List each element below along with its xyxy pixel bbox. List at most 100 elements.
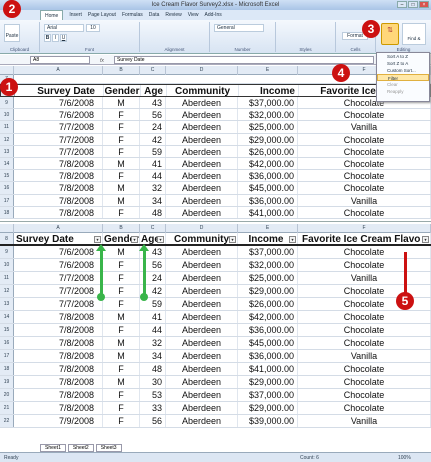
row-number[interactable]: 12 [0, 133, 14, 145]
cell-community[interactable]: Aberdeen [166, 363, 238, 375]
tab-home[interactable]: Home [40, 10, 64, 20]
cell-community[interactable]: Aberdeen [166, 145, 238, 157]
column-header-e[interactable]: E [238, 66, 298, 75]
tab-review[interactable]: Review [165, 10, 181, 20]
tab-add-ins[interactable]: Add-Ins [205, 10, 222, 20]
cell-survey-date[interactable]: 7/6/2008 [14, 259, 103, 271]
cell-income[interactable]: $36,000.00 [238, 350, 298, 362]
filter-dropdown-icon[interactable]: ▾ [131, 236, 138, 243]
maximize-icon[interactable]: □ [408, 1, 418, 8]
tab-data[interactable]: Data [149, 10, 160, 20]
cell-gender[interactable]: F [103, 145, 140, 157]
cell-age[interactable]: 56 [140, 109, 166, 121]
row-number[interactable]: 15 [0, 170, 14, 182]
cell-gender[interactable]: F [103, 109, 140, 121]
cell-income[interactable]: $42,000.00 [238, 311, 298, 323]
cell-income[interactable]: $25,000.00 [238, 121, 298, 133]
cell-community[interactable]: Aberdeen [166, 337, 238, 349]
minimize-icon[interactable]: – [397, 1, 407, 8]
filter-dropdown-icon[interactable]: ▾ [157, 236, 164, 243]
name-box[interactable]: A8 [30, 56, 90, 64]
tab-insert[interactable]: Insert [69, 10, 82, 20]
cell-community[interactable]: Aberdeen [166, 158, 238, 170]
cell-income[interactable]: $41,000.00 [238, 206, 298, 218]
cell-gender[interactable]: M [103, 337, 140, 349]
cell-favorite[interactable]: Chocolate [298, 109, 431, 121]
menu-item-filter[interactable]: Filter [377, 74, 429, 81]
cell-gender[interactable]: F [103, 206, 140, 218]
find-select-button[interactable]: Find & Select [402, 23, 426, 71]
cell-favorite[interactable]: Chocolate [298, 170, 431, 182]
cell-community[interactable]: Aberdeen [166, 324, 238, 336]
cell-age[interactable]: 34 [140, 194, 166, 206]
font-size-select[interactable]: 10 [86, 24, 100, 32]
cell-community[interactable]: Aberdeen [166, 133, 238, 145]
row-number[interactable]: 14 [0, 311, 14, 323]
cell-community[interactable]: Aberdeen [166, 259, 238, 271]
cell-age[interactable]: 53 [140, 389, 166, 401]
cell-gender[interactable]: F [103, 363, 140, 375]
tab-page-layout[interactable]: Page Layout [88, 10, 116, 20]
cell-survey-date[interactable]: 7/8/2008 [14, 158, 103, 170]
cell-gender[interactable]: F [103, 133, 140, 145]
cell-favorite[interactable]: Chocolate [298, 145, 431, 157]
cell-favorite[interactable]: Chocolate [298, 363, 431, 375]
cell-income[interactable]: $32,000.00 [238, 259, 298, 271]
cell-survey-date[interactable]: 7/9/2008 [14, 415, 103, 427]
cell-income[interactable]: $29,000.00 [238, 402, 298, 414]
cell-gender[interactable]: F [103, 389, 140, 401]
bold-icon[interactable]: B [44, 34, 51, 42]
menu-item-sort-z-a[interactable]: Sort Z to A [377, 60, 429, 67]
row-number[interactable]: 17 [0, 194, 14, 206]
cell-age[interactable]: 56 [140, 415, 166, 427]
cell-survey-date[interactable]: 7/7/2008 [14, 145, 103, 157]
cell-community[interactable]: Aberdeen [166, 206, 238, 218]
cell-community[interactable]: Aberdeen [166, 298, 238, 310]
cell-income[interactable]: $36,000.00 [238, 170, 298, 182]
cell-gender[interactable]: F [103, 285, 140, 297]
cell-age[interactable]: 32 [140, 337, 166, 349]
cell-age[interactable]: 43 [140, 97, 166, 109]
menu-item-clear[interactable]: Clear [377, 81, 429, 88]
cell-age[interactable]: 24 [140, 121, 166, 133]
formula-input[interactable]: Survey Date [114, 56, 374, 64]
row-number[interactable]: 10 [0, 259, 14, 271]
cell-survey-date[interactable]: 7/8/2008 [14, 337, 103, 349]
column-header-b[interactable]: B [103, 66, 140, 75]
header-gender[interactable]: Gender [104, 85, 141, 96]
cell-favorite[interactable]: Vanilla [298, 194, 431, 206]
cell-gender[interactable]: F [103, 402, 140, 414]
cell-age[interactable]: 32 [140, 182, 166, 194]
cell-favorite[interactable]: Chocolate [298, 246, 431, 258]
cell-income[interactable]: $32,000.00 [238, 109, 298, 121]
header-income[interactable]: Income [239, 85, 299, 96]
row-number[interactable]: 18 [0, 206, 14, 218]
cell-survey-date[interactable]: 7/8/2008 [14, 389, 103, 401]
cell-favorite[interactable]: Chocolate [298, 389, 431, 401]
cell-age[interactable]: 44 [140, 170, 166, 182]
cell-income[interactable]: $29,000.00 [238, 285, 298, 297]
cell-age[interactable]: 30 [140, 376, 166, 388]
cell-income[interactable]: $41,000.00 [238, 363, 298, 375]
filter-dropdown-icon[interactable]: ▾ [422, 236, 429, 243]
cell-gender[interactable]: M [103, 246, 140, 258]
row-number[interactable]: 16 [0, 182, 14, 194]
cell-gender[interactable]: F [103, 298, 140, 310]
cell-gender[interactable]: F [103, 259, 140, 271]
cell-favorite[interactable]: Vanilla [298, 121, 431, 133]
cell-survey-date[interactable]: 7/8/2008 [14, 350, 103, 362]
cell-survey-date[interactable]: 7/8/2008 [14, 170, 103, 182]
cell-gender[interactable]: F [103, 272, 140, 284]
cell-survey-date[interactable]: 7/6/2008 [14, 97, 103, 109]
row-number[interactable]: 21 [0, 402, 14, 414]
close-icon[interactable]: × [419, 1, 429, 8]
cell-survey-date[interactable]: 7/8/2008 [14, 182, 103, 194]
zoom-level[interactable]: 100% [398, 453, 411, 462]
cell-favorite[interactable]: Chocolate [298, 133, 431, 145]
fx-icon[interactable]: fx [100, 56, 104, 66]
cell-gender[interactable]: M [103, 350, 140, 362]
cell-age[interactable]: 42 [140, 133, 166, 145]
row-number[interactable]: 13 [0, 298, 14, 310]
cell-survey-date[interactable]: 7/7/2008 [14, 298, 103, 310]
cell-income[interactable]: $25,000.00 [238, 272, 298, 284]
